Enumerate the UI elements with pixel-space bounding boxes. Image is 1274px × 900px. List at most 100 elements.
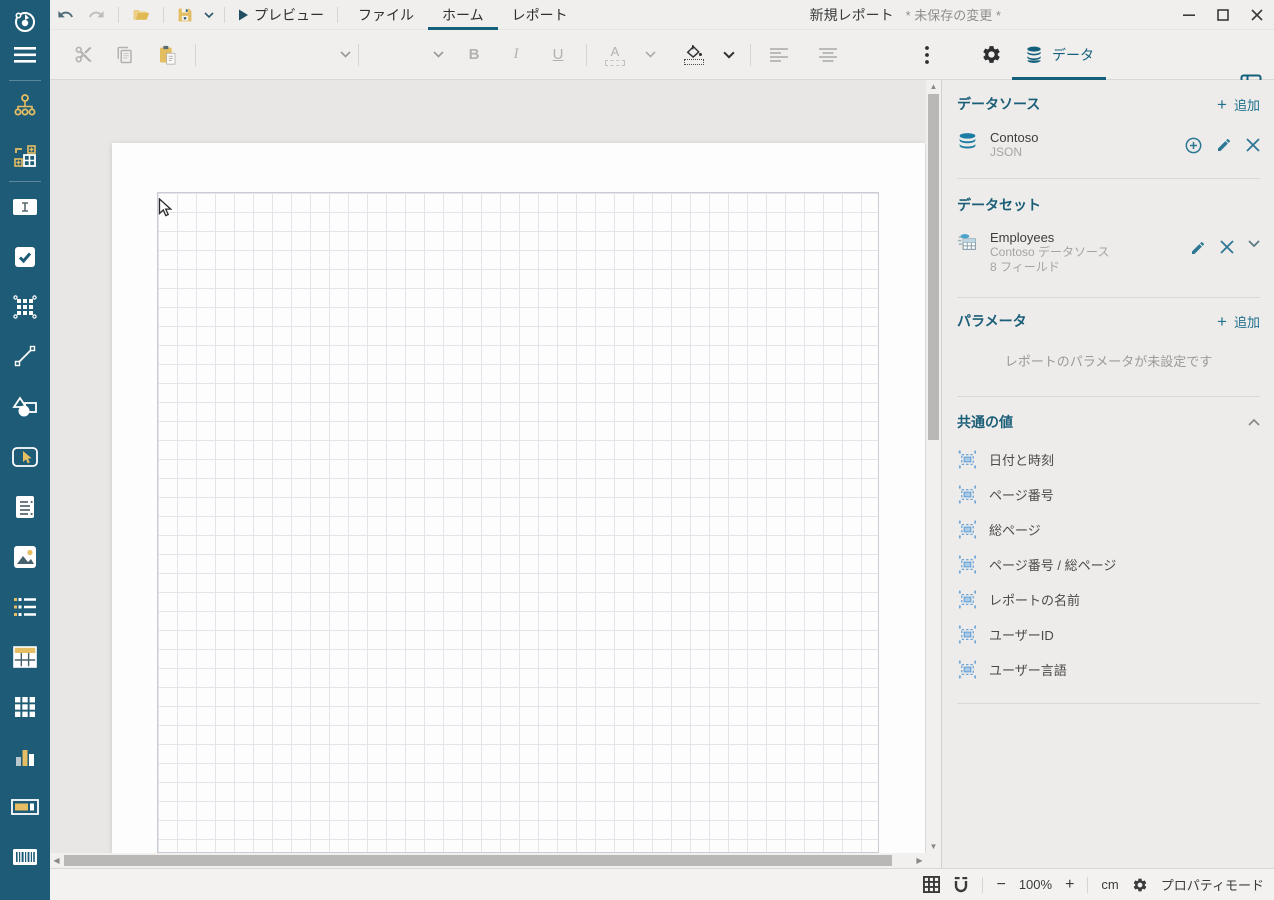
hamburger-menu-button[interactable] [0, 37, 50, 73]
font-color-button[interactable]: A [599, 38, 631, 72]
copy-button[interactable] [109, 38, 141, 72]
align-left-icon [770, 48, 788, 62]
tool-checkbox[interactable] [0, 239, 50, 275]
titlebar: プレビュー ファイル ホーム レポート 新規レポート * 未保存の変更 * [50, 0, 1274, 30]
minimize-button[interactable] [1172, 1, 1206, 29]
vertical-scrollbar-thumb[interactable] [928, 94, 939, 440]
menu-tab-report[interactable]: レポート [498, 0, 582, 30]
save-dropdown-button[interactable] [200, 1, 218, 29]
paste-icon [158, 45, 177, 65]
horizontal-scrollbar[interactable]: ◀ ▶ [50, 853, 926, 868]
common-value-page-number[interactable]: ページ番号 [957, 477, 1260, 512]
grid-toggle-button[interactable] [923, 876, 940, 893]
chevron-down-icon [645, 51, 656, 58]
zoom-in-button[interactable]: + [1065, 877, 1074, 893]
tool-report-explorer[interactable] [0, 87, 50, 123]
italic-button[interactable]: I [500, 38, 532, 72]
datasource-name: Contoso [990, 130, 1038, 145]
tool-select[interactable] [0, 439, 50, 475]
add-dataset-to-source-button[interactable] [1185, 137, 1202, 154]
open-button[interactable] [125, 1, 157, 29]
cut-button[interactable] [67, 38, 99, 72]
tool-table[interactable] [0, 639, 50, 675]
delete-x-icon [1246, 138, 1260, 152]
mode-settings-button[interactable] [1132, 877, 1148, 893]
delete-dataset-button[interactable] [1220, 240, 1234, 254]
settings-button[interactable] [975, 38, 1007, 72]
undo-button[interactable] [50, 1, 81, 29]
delete-datasource-button[interactable] [1246, 138, 1260, 152]
tool-richtext[interactable] [0, 489, 50, 525]
tool-bullet[interactable] [0, 789, 50, 825]
design-grid[interactable] [157, 192, 879, 853]
align-center-button[interactable] [812, 38, 844, 72]
align-left-button[interactable] [763, 38, 795, 72]
edit-datasource-button[interactable] [1216, 137, 1232, 153]
app-logo[interactable] [0, 4, 50, 40]
vertical-scrollbar[interactable]: ▲ ▼ [926, 80, 941, 853]
tool-textbox[interactable] [0, 189, 50, 225]
data-panel-tab[interactable]: データ [1012, 30, 1106, 80]
toolbar-separator [195, 44, 196, 66]
more-options-button[interactable] [911, 38, 943, 72]
parameters-empty-message: レポートのパラメータが未設定です [957, 351, 1260, 370]
fill-color-dropdown[interactable] [720, 38, 738, 72]
common-value-label: 総ページ [989, 520, 1041, 539]
font-size-select[interactable] [366, 42, 444, 68]
font-color-dropdown[interactable] [641, 38, 659, 72]
common-value-label: ユーザーID [989, 625, 1054, 644]
paste-button[interactable] [151, 38, 183, 72]
pencil-icon [1190, 240, 1206, 256]
close-button[interactable] [1240, 1, 1274, 29]
collapse-section-button[interactable] [1248, 418, 1260, 426]
open-folder-icon [132, 7, 150, 22]
tool-image[interactable] [0, 539, 50, 575]
scroll-left-arrow[interactable]: ◀ [50, 853, 63, 868]
tool-line[interactable] [0, 338, 50, 374]
scroll-right-arrow[interactable]: ▶ [913, 853, 926, 868]
common-value-page-of-total[interactable]: ページ番号 / 総ページ [957, 547, 1260, 582]
snap-to-grid-button[interactable] [953, 876, 969, 893]
fill-color-button[interactable] [678, 38, 710, 72]
tool-matrix[interactable] [0, 689, 50, 725]
bold-button[interactable]: B [458, 38, 490, 72]
scroll-down-arrow[interactable]: ▼ [926, 840, 941, 853]
unit-label[interactable]: cm [1101, 877, 1118, 892]
menu-tab-home[interactable]: ホーム [428, 0, 498, 30]
data-tab-label: データ [1052, 45, 1094, 65]
preview-button[interactable]: プレビュー [231, 1, 331, 29]
common-value-report-name[interactable]: レポートの名前 [957, 582, 1260, 617]
underline-button[interactable]: U [542, 38, 574, 72]
chevron-down-icon [1248, 240, 1260, 248]
tool-chart[interactable] [0, 739, 50, 775]
common-value-datetime[interactable]: 日付と時刻 [957, 442, 1260, 477]
report-explorer-icon [12, 92, 38, 118]
zoom-out-button[interactable]: − [996, 877, 1005, 893]
menu-tab-file[interactable]: ファイル [344, 0, 428, 30]
tool-shape[interactable] [0, 389, 50, 425]
save-button[interactable] [170, 1, 200, 29]
toolbar: B I U A [50, 30, 1274, 80]
add-datasource-button[interactable]: + 追加 [1217, 95, 1260, 114]
datasource-item-contoso[interactable]: Contoso JSON [957, 130, 1260, 160]
report-page[interactable] [112, 143, 925, 853]
expand-dataset-button[interactable] [1248, 240, 1260, 248]
tool-list[interactable] [0, 589, 50, 625]
common-value-total-pages[interactable]: 総ページ [957, 512, 1260, 547]
horizontal-scrollbar-thumb[interactable] [64, 855, 892, 866]
maximize-button[interactable] [1206, 1, 1240, 29]
property-mode-label[interactable]: プロパティモード [1161, 875, 1264, 894]
common-value-user-language[interactable]: ユーザー言語 [957, 652, 1260, 687]
redo-button[interactable] [81, 1, 112, 29]
tool-layout[interactable] [0, 138, 50, 174]
edit-dataset-button[interactable] [1190, 240, 1206, 256]
font-family-select[interactable] [203, 42, 351, 68]
common-value-user-id[interactable]: ユーザーID [957, 617, 1260, 652]
tool-barcode[interactable] [0, 839, 50, 875]
tool-placeholder[interactable] [0, 289, 50, 325]
dataset-item-employees[interactable]: Employees Contoso データソース 8 フィールド [957, 230, 1260, 275]
matrix-icon [13, 695, 37, 719]
panel-divider [957, 297, 1260, 298]
scroll-up-arrow[interactable]: ▲ [926, 80, 941, 93]
add-parameter-button[interactable]: + 追加 [1217, 312, 1260, 331]
